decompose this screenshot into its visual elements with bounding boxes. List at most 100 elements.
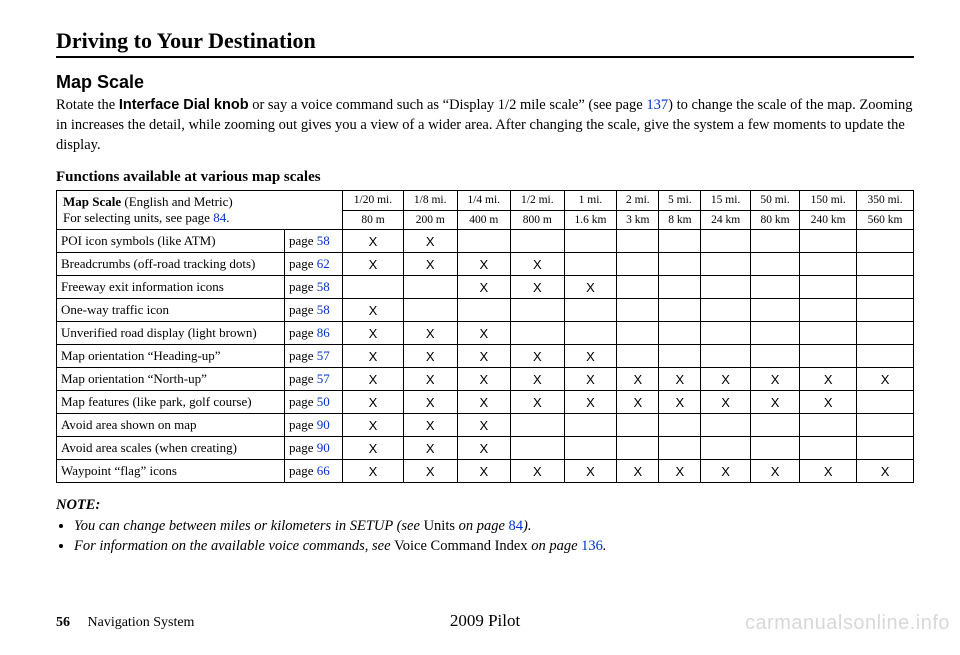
availability-cell: X <box>343 230 404 253</box>
availability-cell: X <box>343 414 404 437</box>
availability-cell: X <box>343 460 404 483</box>
availability-cell: X <box>750 391 799 414</box>
watermark: carmanualsonline.info <box>745 612 950 635</box>
note-item: You can change between miles or kilomete… <box>74 516 914 536</box>
page-link[interactable]: 57 <box>317 371 330 386</box>
scale-metric: 240 km <box>800 210 857 230</box>
availability-cell <box>617 253 659 276</box>
availability-cell: X <box>457 276 511 299</box>
availability-cell: X <box>701 460 750 483</box>
notes-heading: NOTE: <box>56 497 914 514</box>
scale-imperial: 2 mi. <box>617 191 659 211</box>
availability-cell <box>617 276 659 299</box>
availability-cell <box>564 437 617 460</box>
availability-cell: X <box>564 391 617 414</box>
availability-cell <box>511 414 565 437</box>
page-link[interactable]: 58 <box>317 233 330 248</box>
availability-cell <box>701 253 750 276</box>
page-link[interactable]: 50 <box>317 394 330 409</box>
scale-metric: 400 m <box>457 210 511 230</box>
page-link[interactable]: 62 <box>317 256 330 271</box>
availability-cell <box>701 230 750 253</box>
feature-page: page 58 <box>285 276 343 299</box>
table-row: Map features (like park, golf course)pag… <box>57 391 914 414</box>
table-row: One-way traffic iconpage 58X <box>57 299 914 322</box>
page-link[interactable]: 137 <box>646 97 668 113</box>
scale-imperial: 1 mi. <box>564 191 617 211</box>
availability-cell <box>701 322 750 345</box>
availability-cell <box>511 230 565 253</box>
intro-text: Rotate the <box>56 97 119 113</box>
header-left-cell: Map Scale (English and Metric) For selec… <box>57 191 343 230</box>
availability-cell <box>659 322 701 345</box>
availability-cell <box>617 299 659 322</box>
availability-cell <box>511 322 565 345</box>
scale-metric: 200 m <box>403 210 457 230</box>
footer-model: 2009 Pilot <box>450 611 520 631</box>
availability-cell: X <box>457 253 511 276</box>
feature-page: page 90 <box>285 437 343 460</box>
scale-metric: 560 km <box>857 210 914 230</box>
availability-cell <box>701 276 750 299</box>
page-link[interactable]: 57 <box>317 348 330 363</box>
page-link[interactable]: 58 <box>317 302 330 317</box>
page-link[interactable]: 90 <box>317 440 330 455</box>
availability-cell: X <box>403 368 457 391</box>
table-row: Breadcrumbs (off-road tracking dots)page… <box>57 253 914 276</box>
feature-label: One-way traffic icon <box>57 299 285 322</box>
availability-cell <box>750 253 799 276</box>
page-link[interactable]: 84 <box>213 210 226 225</box>
intro-bold: Interface Dial knob <box>119 97 249 113</box>
availability-cell <box>617 437 659 460</box>
availability-cell: X <box>343 253 404 276</box>
availability-cell: X <box>564 276 617 299</box>
feature-label: Avoid area shown on map <box>57 414 285 437</box>
feature-page: page 57 <box>285 345 343 368</box>
availability-cell <box>800 276 857 299</box>
page-link[interactable]: 66 <box>317 463 330 478</box>
note-item: For information on the available voice c… <box>74 536 914 556</box>
availability-cell <box>564 414 617 437</box>
availability-cell: X <box>511 345 565 368</box>
scale-imperial: 350 mi. <box>857 191 914 211</box>
page-link[interactable]: 84 <box>509 518 524 534</box>
availability-cell: X <box>617 460 659 483</box>
availability-cell: X <box>457 460 511 483</box>
availability-cell: X <box>800 460 857 483</box>
table-caption: Functions available at various map scale… <box>56 169 914 186</box>
page-number: 56 <box>56 615 70 630</box>
page-link[interactable]: 90 <box>317 417 330 432</box>
availability-cell: X <box>511 368 565 391</box>
availability-cell: X <box>457 322 511 345</box>
table-row: Unverified road display (light brown)pag… <box>57 322 914 345</box>
availability-cell: X <box>701 391 750 414</box>
intro-text: or say a voice command such as “Display … <box>249 97 647 113</box>
page-link[interactable]: 136 <box>581 538 603 554</box>
availability-cell: X <box>457 437 511 460</box>
feature-page: page 57 <box>285 368 343 391</box>
scale-imperial: 5 mi. <box>659 191 701 211</box>
feature-page: page 62 <box>285 253 343 276</box>
availability-cell: X <box>564 368 617 391</box>
availability-cell: X <box>457 414 511 437</box>
availability-cell <box>800 437 857 460</box>
feature-label: Avoid area scales (when creating) <box>57 437 285 460</box>
availability-cell: X <box>511 276 565 299</box>
availability-cell: X <box>403 322 457 345</box>
availability-cell <box>403 299 457 322</box>
availability-cell: X <box>403 437 457 460</box>
availability-cell: X <box>403 414 457 437</box>
section-title: Map Scale <box>56 72 914 93</box>
page-link[interactable]: 86 <box>317 325 330 340</box>
feature-page: page 66 <box>285 460 343 483</box>
scale-imperial: 1/4 mi. <box>457 191 511 211</box>
page-link[interactable]: 58 <box>317 279 330 294</box>
availability-cell <box>750 230 799 253</box>
availability-cell <box>800 345 857 368</box>
availability-cell: X <box>564 460 617 483</box>
availability-cell: X <box>511 253 565 276</box>
availability-cell: X <box>403 253 457 276</box>
chapter-title: Driving to Your Destination <box>56 28 914 58</box>
availability-cell: X <box>343 437 404 460</box>
availability-cell: X <box>701 368 750 391</box>
